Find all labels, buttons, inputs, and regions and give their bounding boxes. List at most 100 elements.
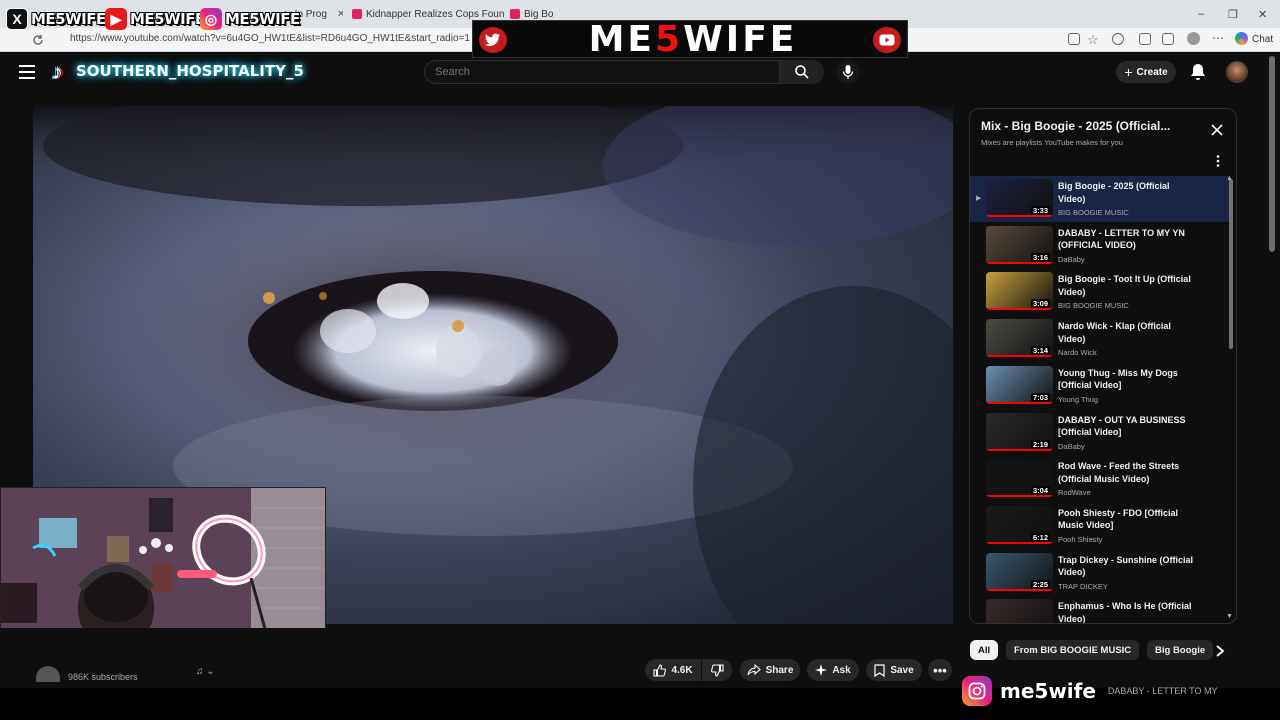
url-text[interactable]: https://www.youtube.com/watch?v=6u4GO_HW… (70, 33, 470, 44)
menu-icon[interactable] (19, 65, 35, 79)
chip-from-channel[interactable]: From BIG BOOGIE MUSIC (1006, 640, 1140, 660)
video-thumbnail[interactable]: 3:14 (986, 319, 1053, 358)
tab-title: Kidnapper Realizes Cops Found Hi (366, 8, 504, 20)
profile-icon[interactable] (1187, 32, 1200, 45)
video-title[interactable]: Pooh Shiesty - FDO [Official Music Video… (1058, 507, 1198, 532)
chevron-right-icon[interactable] (1214, 644, 1226, 658)
video-duration: 2:25 (1030, 579, 1050, 589)
search-button[interactable] (780, 60, 824, 84)
minimize-icon[interactable]: – (1198, 8, 1204, 20)
tab-close-icon[interactable]: ✕ (337, 9, 343, 20)
instagram-logo-icon: ◎ (200, 8, 222, 30)
playlist-item[interactable]: Enphamus - Who Is He (Official Video) (970, 596, 1230, 623)
extension-icon[interactable] (1139, 33, 1151, 45)
youtube-handle: ME5WIFE (130, 10, 205, 28)
playlist-item[interactable]: 2:25 Trap Dickey - Sunshine (Official Vid… (970, 550, 1230, 596)
like-button[interactable]: 4.6K (645, 659, 701, 681)
playlist-item[interactable]: 3:14 Nardo Wick - Klap (Official Video) Na… (970, 316, 1230, 362)
reader-icon[interactable] (1068, 33, 1080, 45)
video-title[interactable]: Young Thug - Miss My Dogs [Official Vide… (1058, 367, 1198, 392)
playlist-title[interactable]: Mix - Big Boogie - 2025 (Official... (981, 119, 1191, 133)
scroll-down-icon[interactable]: ▼ (1226, 613, 1233, 620)
chip-big-boogie[interactable]: Big Boogie (1147, 640, 1214, 660)
share-button[interactable]: Share (740, 659, 800, 681)
video-title[interactable]: Enphamus - Who Is He (Official Video) (1058, 600, 1198, 623)
refresh-ext-icon[interactable] (1112, 33, 1124, 45)
video-thumbnail[interactable]: 3:04 (986, 459, 1053, 498)
watch-progress-bar (986, 401, 1053, 404)
save-button[interactable]: Save (866, 659, 922, 681)
video-duration: 3:33 (1030, 206, 1050, 215)
voice-search-button[interactable] (836, 60, 860, 84)
playlist-item[interactable]: 7:03 Young Thug - Miss My Dogs [Official … (970, 363, 1230, 409)
copilot-icon[interactable] (1235, 32, 1248, 45)
notifications-bell-icon[interactable] (1190, 63, 1206, 81)
close-window-icon[interactable]: ✕ (1258, 8, 1267, 21)
video-title[interactable]: Nardo Wick - Klap (Official Video) (1058, 320, 1198, 345)
playlist-scrollbar[interactable] (1229, 179, 1233, 349)
channel-name[interactable]: Pooh Shiesty (1058, 535, 1102, 544)
page-scrollbar[interactable] (1269, 56, 1275, 252)
channel-name[interactable]: BIG BOOGIE MUSIC (1058, 301, 1129, 310)
more-vertical-icon[interactable] (1216, 155, 1220, 167)
video-title[interactable]: Big Boogie - Toot It Up (Official Video) (1058, 273, 1198, 298)
video-title[interactable]: DABABY - OUT YA BUSINESS [Official Video… (1058, 414, 1198, 439)
video-duration: 6:12 (1030, 532, 1050, 542)
search-box[interactable] (424, 60, 780, 84)
create-button[interactable]: + Create (1116, 61, 1176, 83)
reload-icon[interactable] (32, 34, 44, 46)
channel-name[interactable]: Young Thug (1058, 395, 1098, 404)
playlist-item[interactable]: ▶ 3:33 Big Boogie - 2025 (Official Video) B… (970, 176, 1230, 222)
video-thumbnail[interactable]: 2:19 (986, 412, 1053, 451)
video-thumbnail[interactable]: 7:03 (986, 365, 1053, 404)
video-title[interactable]: Rod Wave - Feed the Streets (Official Mu… (1058, 460, 1198, 485)
video-duration: 3:09 (1030, 299, 1050, 309)
chip-all[interactable]: All (970, 640, 999, 660)
close-icon[interactable] (1210, 123, 1224, 137)
favorites-icon[interactable] (1162, 33, 1174, 45)
playlist-item[interactable]: 2:19 DABABY - OUT YA BUSINESS [Official V… (970, 410, 1230, 456)
video-title[interactable]: DABABY - LETTER TO MY YN (OFFICIAL VIDEO… (1058, 227, 1198, 252)
more-actions-button[interactable]: ••• (928, 659, 952, 681)
search-input[interactable] (435, 66, 735, 78)
channel-name[interactable]: RodWave (1058, 488, 1091, 497)
playlist-item[interactable]: 3:16 DABABY - LETTER TO MY YN (OFFICIAL V… (970, 223, 1230, 269)
channel-name[interactable]: BIG BOOGIE MUSIC (1058, 208, 1129, 217)
watch-progress-bar (986, 308, 1053, 311)
video-thumbnail[interactable]: 2:25 (986, 552, 1053, 591)
video-thumbnail[interactable]: 3:09 (986, 272, 1053, 311)
channel-name[interactable]: Nardo Wick (1058, 348, 1097, 357)
playlist-item[interactable]: 3:04 Rod Wave - Feed the Streets (Officia… (970, 456, 1230, 502)
video-duration: 3:16 (1030, 252, 1050, 262)
banner-title: ME5WIFE (533, 20, 853, 58)
create-label: Create (1136, 66, 1168, 78)
video-thumbnail[interactable]: 3:16 (986, 225, 1053, 264)
maximize-icon[interactable]: ❐ (1228, 8, 1238, 21)
mix-playlist-panel: Mix - Big Boogie - 2025 (Official... Mix… (969, 108, 1237, 624)
banner-wife: WIFE (683, 20, 798, 58)
video-title[interactable]: Trap Dickey - Sunshine (Official Video) (1058, 554, 1198, 579)
channel-name[interactable]: DaBaby (1058, 442, 1085, 451)
dislike-button[interactable] (702, 659, 732, 681)
bell-subscribe-icon[interactable]: ♫ ⌄ (196, 666, 215, 677)
bookmark-icon (874, 663, 885, 677)
playlist-item[interactable]: 3:09 Big Boogie - Toot It Up (Official Vi… (970, 269, 1230, 315)
chat-label[interactable]: Chat (1252, 34, 1273, 45)
tiktok-overlay: ♪ SOUTHERN_HOSPITALITY_5 (52, 56, 304, 86)
video-thumbnail[interactable]: 6:12 (986, 505, 1053, 544)
subscriber-count: 986K subscribers (68, 672, 138, 682)
playlist-item[interactable]: 6:12 Pooh Shiesty - FDO [Official Music V… (970, 503, 1230, 549)
youtube-banner-icon (873, 27, 901, 53)
thumbs-up-icon (653, 663, 667, 677)
channel-name[interactable]: DaBaby (1058, 255, 1085, 264)
scroll-up-icon[interactable]: ▲ (1226, 175, 1233, 182)
watch-progress-bar (986, 495, 1053, 498)
video-title[interactable]: Big Boogie - 2025 (Official Video) (1058, 180, 1198, 205)
channel-name[interactable]: TRAP DICKEY (1058, 582, 1108, 591)
account-avatar[interactable] (1226, 61, 1248, 83)
more-menu-icon[interactable]: ⋯ (1212, 31, 1224, 45)
favorite-star-icon[interactable]: ☆ (1087, 32, 1099, 48)
video-thumbnail[interactable]: 3:33 (986, 179, 1053, 217)
video-thumbnail[interactable] (986, 599, 1053, 623)
ask-button[interactable]: Ask (807, 659, 859, 681)
